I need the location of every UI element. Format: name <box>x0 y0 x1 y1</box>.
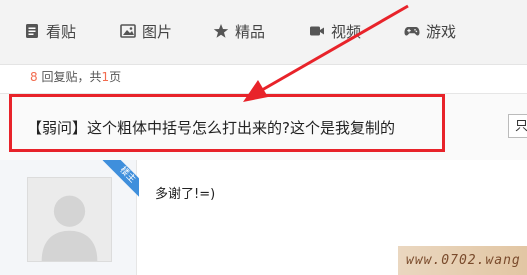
page-label: 页 <box>109 70 122 84</box>
only-op-button[interactable]: 只 <box>508 114 527 138</box>
video-icon <box>309 23 325 39</box>
tab-posts[interactable]: 看贴 <box>24 20 76 42</box>
thread-nav-tabs: 看贴 图片 精品 视频 游戏 <box>0 0 527 65</box>
tab-label: 看贴 <box>46 22 77 41</box>
document-icon <box>24 23 40 39</box>
tab-label: 视频 <box>331 22 362 41</box>
tab-featured[interactable]: 精品 <box>213 20 265 42</box>
post-message: 多谢了!=) <box>155 187 216 202</box>
tab-label: 游戏 <box>426 22 457 41</box>
op-badge: 楼主 <box>99 160 139 200</box>
image-icon <box>120 23 136 39</box>
page-count: 1 <box>101 70 110 84</box>
tab-games[interactable]: 游戏 <box>404 20 456 42</box>
reply-count: 8 <box>30 70 38 84</box>
tab-label: 图片 <box>142 22 173 41</box>
reply-label: 回复贴，共 <box>37 70 102 84</box>
gamepad-icon <box>404 23 420 39</box>
watermark: www.0702.wang <box>398 246 527 275</box>
tab-label: 精品 <box>235 22 266 41</box>
star-icon <box>213 23 229 39</box>
tab-videos[interactable]: 视频 <box>309 20 361 42</box>
highlight-box <box>9 94 445 152</box>
tab-images[interactable]: 图片 <box>120 20 172 42</box>
reply-count-info: 8 回复贴，共1页 <box>30 68 121 85</box>
op-badge-label: 楼主 <box>102 160 139 200</box>
